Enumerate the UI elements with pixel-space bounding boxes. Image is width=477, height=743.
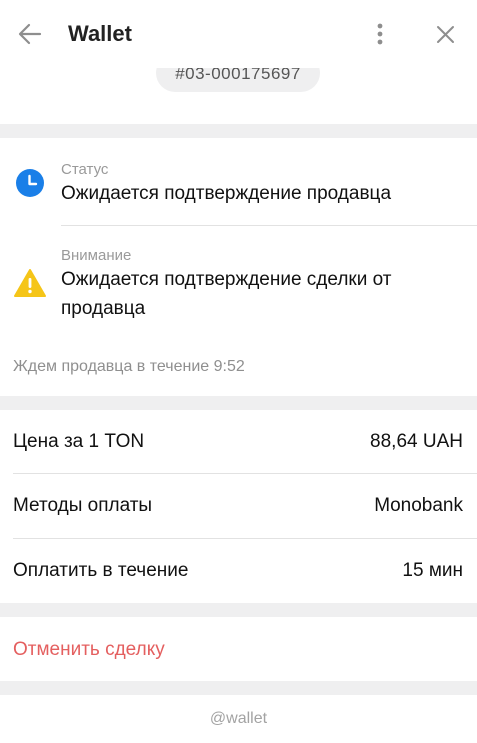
detail-value: 88,64 UAH <box>370 431 463 452</box>
status-value: Ожидается подтверждение продавца <box>61 183 392 204</box>
warning-icon <box>14 269 46 297</box>
detail-row-price: Цена за 1 TON 88,64 UAH <box>0 410 477 474</box>
more-vertical-icon <box>377 23 383 45</box>
page-title: Wallet <box>68 21 132 46</box>
header-bar: Wallet <box>0 0 477 68</box>
wait-timer-text: Ждем продавца в течение 9:52 <box>13 358 245 375</box>
bot-handle-link[interactable]: @wallet <box>0 710 477 728</box>
detail-key: Методы оплаты <box>13 495 153 516</box>
detail-row-payment-methods: Методы оплаты Monobank <box>0 474 477 538</box>
footer: @wallet <box>0 695 477 743</box>
detail-value: 15 мин <box>402 560 463 581</box>
status-label: Статус <box>61 161 109 178</box>
divider <box>61 225 477 226</box>
attention-value: Ожидается подтверждение сделки от продав… <box>61 269 392 319</box>
arrow-left-icon <box>18 23 42 45</box>
detail-row-pay-within: Оплатить в течение 15 мин <box>0 539 477 603</box>
close-icon <box>437 26 454 43</box>
back-button[interactable] <box>14 18 46 50</box>
deal-number-card: #03-000175697 <box>0 68 477 124</box>
cancel-deal-button[interactable]: Отменить сделку <box>13 639 165 661</box>
attention-label: Внимание <box>61 247 132 264</box>
more-menu-button[interactable] <box>368 20 392 50</box>
detail-value: Monobank <box>374 495 463 516</box>
clock-icon <box>16 169 44 197</box>
status-card: Статус Ожидается подтверждение продавца … <box>0 138 477 396</box>
cancel-card: Отменить сделку <box>0 617 477 681</box>
close-button[interactable] <box>430 20 460 50</box>
deal-details-card: Цена за 1 TON 88,64 UAH Методы оплаты Mo… <box>0 410 477 603</box>
detail-key: Цена за 1 TON <box>13 431 145 452</box>
detail-key: Оплатить в течение <box>13 560 189 581</box>
deal-number-badge[interactable]: #03-000175697 <box>156 68 320 92</box>
